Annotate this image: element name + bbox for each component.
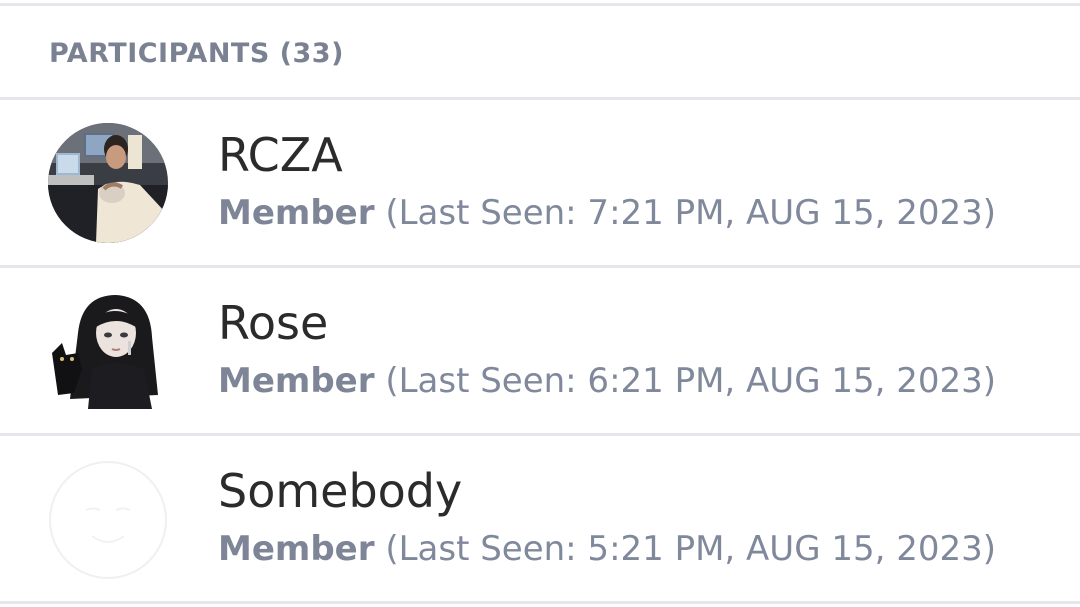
participant-row[interactable]: RCZA Member (Last Seen: 7:21 PM, AUG 15,… xyxy=(0,100,1080,265)
participant-avatar[interactable] xyxy=(48,123,168,243)
participant-last-seen: (Last Seen: 5:21 PM, AUG 15, 2023) xyxy=(385,529,997,569)
participant-name: Somebody xyxy=(218,464,463,518)
participant-avatar[interactable] xyxy=(48,460,168,580)
participants-count-label: PARTICIPANTS (33) xyxy=(49,38,344,69)
participant-name: RCZA xyxy=(218,128,343,182)
participant-row[interactable]: Rose Member (Last Seen: 6:21 PM, AUG 15,… xyxy=(0,268,1080,433)
participant-role: Member xyxy=(218,193,375,233)
participants-panel: PARTICIPANTS (33) RCZA Member (Last Seen… xyxy=(0,0,1080,607)
participants-header: PARTICIPANTS (33) xyxy=(0,6,1080,98)
participant-last-seen: (Last Seen: 6:21 PM, AUG 15, 2023) xyxy=(385,361,997,401)
participant-avatar[interactable] xyxy=(48,289,168,409)
blank-face-avatar-icon xyxy=(49,461,167,579)
participant-role: Member xyxy=(218,361,375,401)
participant-role: Member xyxy=(218,529,375,569)
divider xyxy=(0,601,1080,604)
participant-last-seen: (Last Seen: 7:21 PM, AUG 15, 2023) xyxy=(385,193,997,233)
participant-meta: Member (Last Seen: 6:21 PM, AUG 15, 2023… xyxy=(218,360,996,402)
participant-row[interactable]: Somebody Member (Last Seen: 5:21 PM, AUG… xyxy=(0,436,1080,601)
illustrated-avatar-icon xyxy=(48,289,168,409)
participant-meta: Member (Last Seen: 7:21 PM, AUG 15, 2023… xyxy=(218,192,996,234)
participant-meta: Member (Last Seen: 5:21 PM, AUG 15, 2023… xyxy=(218,528,996,570)
participant-name: Rose xyxy=(218,296,329,350)
photo-avatar-icon xyxy=(48,123,168,243)
